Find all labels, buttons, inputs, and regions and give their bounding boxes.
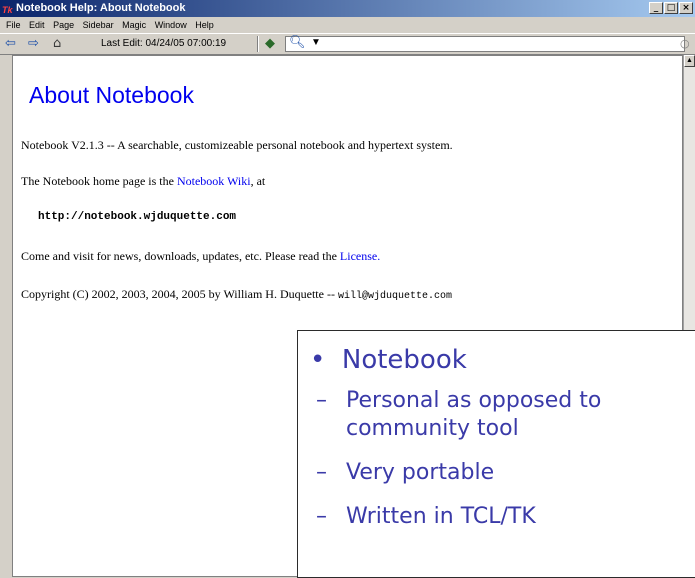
slide-title: Notebook xyxy=(341,345,467,375)
dash-icon: – xyxy=(316,504,327,529)
homepage-text-end: , at xyxy=(250,174,266,188)
book-icon[interactable]: ◆ xyxy=(265,37,275,51)
chevron-down-icon[interactable]: ▼ xyxy=(311,37,321,48)
toolbar: ⇦ ⇨ ⌂ Last Edit: 04/24/05 07:00:19 ◆ 🔍︎ … xyxy=(0,33,695,55)
slide-bullet-notebook: • Notebook xyxy=(310,345,467,375)
homepage-url: http://notebook.wjduquette.com xyxy=(38,211,237,223)
menu-help[interactable]: Help xyxy=(192,17,217,33)
maximize-button[interactable]: □ xyxy=(664,2,678,14)
spinner-icon: ○ xyxy=(680,37,690,50)
minimize-button[interactable]: _ xyxy=(649,2,663,14)
copyright-line: Copyright (C) 2002, 2003, 2004, 2005 by … xyxy=(21,287,452,302)
last-edit-label: Last Edit: 04/24/05 07:00:19 xyxy=(101,38,227,49)
app-window: Tk Notebook Help: About Notebook _ □ × F… xyxy=(0,0,695,578)
title-bar: Tk Notebook Help: About Notebook _ □ × xyxy=(0,0,695,17)
visit-line: Come and visit for news, downloads, upda… xyxy=(21,249,380,264)
slide-overlay: • Notebook – Personal as opposed to commu… xyxy=(297,330,695,578)
slide-item-text: Very portable xyxy=(346,460,495,485)
window-title: Notebook Help: About Notebook xyxy=(16,2,186,14)
home-icon[interactable]: ⌂ xyxy=(53,37,61,51)
version-line: Notebook V2.1.3 -- A searchable, customi… xyxy=(21,138,453,152)
menu-magic[interactable]: Magic xyxy=(119,17,149,33)
slide-item-cont: community tool xyxy=(346,415,519,443)
toolbar-separator xyxy=(257,36,259,52)
homepage-line: The Notebook home page is the Notebook W… xyxy=(21,174,265,189)
slide-item: – Very portable xyxy=(316,459,495,487)
dash-icon: – xyxy=(316,460,327,485)
slide-item: – Personal as opposed to xyxy=(316,387,602,415)
close-button[interactable]: × xyxy=(679,2,693,14)
slide-item-text: Written in TCL/TK xyxy=(346,504,536,529)
slide-item-text: Personal as opposed to xyxy=(346,388,602,413)
scroll-up-button[interactable]: ▲ xyxy=(684,55,695,67)
homepage-text: The Notebook home page is the xyxy=(21,174,177,188)
bullet-icon: • xyxy=(310,345,326,375)
notebook-wiki-link[interactable]: Notebook Wiki xyxy=(177,174,251,188)
menu-sidebar[interactable]: Sidebar xyxy=(80,17,117,33)
window-controls: _ □ × xyxy=(649,2,693,14)
arrow-right-icon[interactable]: ⇨ xyxy=(28,37,39,51)
slide-item-text: community tool xyxy=(346,416,519,441)
visit-text: Come and visit for news, downloads, upda… xyxy=(21,249,340,263)
menu-page[interactable]: Page xyxy=(50,17,77,33)
page-title: About Notebook xyxy=(29,82,194,108)
menu-file[interactable]: File xyxy=(0,17,24,33)
author-email: will@wjduquette.com xyxy=(337,291,452,302)
menu-window[interactable]: Window xyxy=(152,17,190,33)
copyright-text: Copyright (C) 2002, 2003, 2004, 2005 by … xyxy=(21,287,338,301)
magnifier-icon[interactable]: 🔍︎ xyxy=(289,36,306,50)
slide-item: – Written in TCL/TK xyxy=(316,503,536,531)
dash-icon: – xyxy=(316,388,327,413)
search-input[interactable] xyxy=(285,36,685,52)
menu-bar: File Edit Page Sidebar Magic Window Help xyxy=(0,17,695,33)
menu-edit[interactable]: Edit xyxy=(26,17,48,33)
license-link[interactable]: License. xyxy=(340,249,380,263)
arrow-left-icon[interactable]: ⇦ xyxy=(5,37,16,51)
